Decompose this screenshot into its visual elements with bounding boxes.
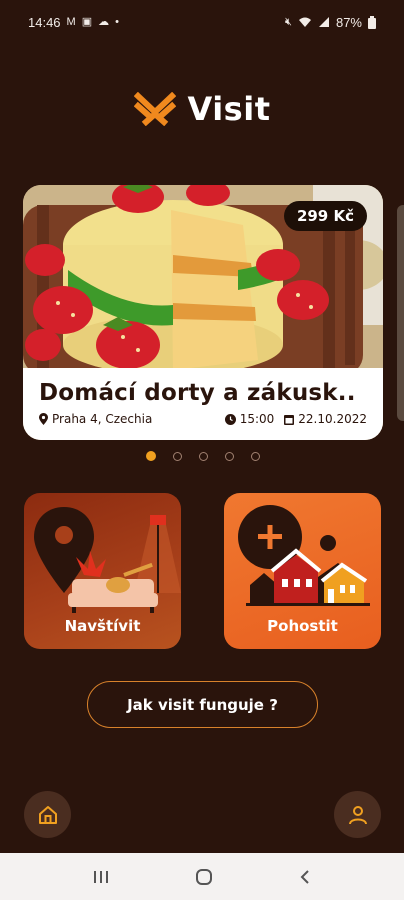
pagination-dot-active[interactable] bbox=[146, 451, 156, 461]
battery-icon bbox=[368, 15, 376, 29]
status-time: 14:46 bbox=[28, 14, 61, 30]
location-group: Praha 4, Czechia bbox=[39, 412, 152, 426]
signal-icon bbox=[318, 17, 329, 27]
event-date: 22.10.2022 bbox=[298, 412, 367, 426]
status-right: 🔇︎ 87% bbox=[285, 15, 376, 30]
event-location: Praha 4, Czechia bbox=[52, 412, 153, 426]
mute-icon: 🔇︎ bbox=[285, 15, 292, 28]
status-left: 14:46 M ▣ ☁ • bbox=[28, 15, 119, 30]
recent-apps-icon[interactable] bbox=[93, 870, 109, 884]
back-icon[interactable] bbox=[299, 869, 311, 885]
pagination-dot[interactable] bbox=[225, 451, 234, 461]
visit-tile[interactable]: Navštívit bbox=[24, 493, 181, 649]
next-card-peek[interactable] bbox=[397, 205, 404, 421]
system-navigation-bar bbox=[0, 853, 404, 900]
app-logo: Visit bbox=[0, 90, 404, 128]
home-icon bbox=[38, 805, 57, 824]
profile-button[interactable] bbox=[334, 791, 381, 838]
home-button[interactable] bbox=[24, 791, 71, 838]
user-icon bbox=[348, 805, 367, 824]
pagination-dot[interactable] bbox=[251, 451, 260, 461]
event-card[interactable]: 299 Kč Domácí dorty a zákusk.. Praha 4, … bbox=[23, 185, 383, 440]
visit-label: Navštívit bbox=[64, 617, 141, 635]
battery-level: 87% bbox=[335, 14, 362, 30]
pagination-dot[interactable] bbox=[199, 451, 208, 461]
time-date-group: 15:00 22.10.2022 bbox=[224, 412, 367, 426]
location-pin-icon bbox=[39, 413, 48, 425]
time-group: 15:00 bbox=[224, 412, 275, 426]
date-group: 22.10.2022 bbox=[284, 412, 367, 426]
dot-icon: • bbox=[115, 15, 119, 28]
event-meta: Praha 4, Czechia 15:00 22.10.2022 bbox=[39, 412, 367, 426]
host-tile[interactable]: Pohostit bbox=[224, 493, 381, 649]
visit-logo-icon bbox=[133, 92, 176, 126]
app-name: Visit bbox=[187, 90, 271, 128]
price-badge: 299 Kč bbox=[283, 201, 367, 231]
wifi-icon bbox=[298, 17, 311, 27]
card-info: Domácí dorty a zákusk.. Praha 4, Czechia… bbox=[23, 368, 383, 440]
host-label: Pohostit bbox=[267, 617, 338, 635]
app-notification-icon: ▣ bbox=[81, 15, 93, 28]
gmail-icon: M bbox=[66, 15, 76, 28]
carousel-pagination bbox=[146, 451, 260, 461]
calendar-icon bbox=[284, 414, 295, 425]
how-it-works-button[interactable]: Jak visit funguje ? bbox=[87, 681, 318, 728]
status-bar: 14:46 M ▣ ☁ • 🔇︎ 87% bbox=[0, 0, 404, 44]
pagination-dot[interactable] bbox=[173, 451, 182, 461]
event-title: Domácí dorty a zákusk.. bbox=[39, 380, 356, 406]
home-nav-icon[interactable] bbox=[195, 868, 213, 886]
clock-icon bbox=[224, 413, 236, 425]
event-time: 15:00 bbox=[239, 412, 275, 426]
cloud-icon: ☁ bbox=[98, 15, 110, 28]
